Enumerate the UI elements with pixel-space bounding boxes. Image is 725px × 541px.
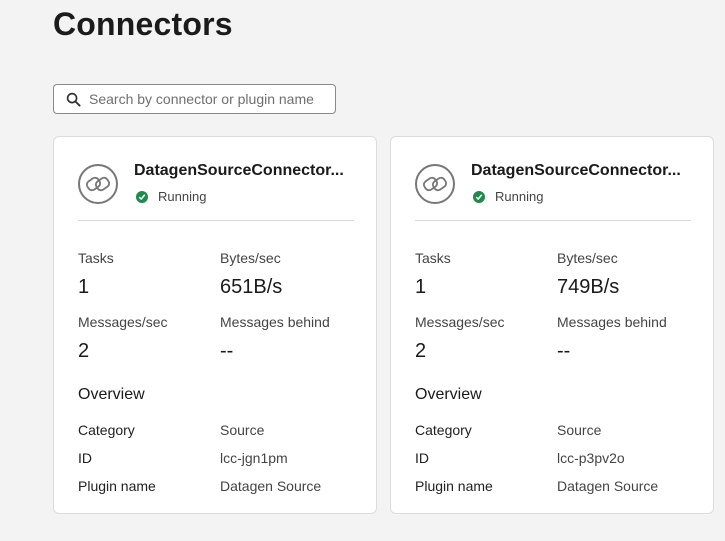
category-value: Source <box>557 422 602 438</box>
messages-label: Messages/sec <box>78 314 168 330</box>
messages-value: 2 <box>78 340 90 362</box>
tasks-label: Tasks <box>78 250 114 266</box>
status-text: Running <box>158 189 207 204</box>
id-value: lcc-p3pv2o <box>557 450 625 466</box>
id-label: ID <box>415 450 429 466</box>
category-label: Category <box>415 422 472 438</box>
check-circle-icon <box>473 190 485 203</box>
divider <box>415 220 691 221</box>
status-badge: Running <box>136 189 206 204</box>
bytes-value: 749B/s <box>557 276 620 298</box>
behind-value: -- <box>557 340 571 362</box>
behind-value: -- <box>220 340 234 362</box>
overview-title: Overview <box>78 386 145 403</box>
messages-label: Messages/sec <box>415 314 505 330</box>
search-icon <box>66 91 82 107</box>
behind-label: Messages behind <box>557 314 667 330</box>
search-box[interactable] <box>53 84 336 114</box>
bytes-label: Bytes/sec <box>557 250 618 266</box>
check-circle-icon <box>136 190 148 203</box>
connector-card[interactable]: DatagenSourceConnector... Running Tasks … <box>53 136 377 514</box>
connector-card[interactable]: DatagenSourceConnector... Running Tasks … <box>390 136 714 514</box>
bytes-value: 651B/s <box>220 276 283 298</box>
tasks-label: Tasks <box>415 250 451 266</box>
status-text: Running <box>495 189 544 204</box>
tasks-value: 1 <box>415 276 427 298</box>
plugin-value: Datagen Source <box>557 478 659 494</box>
overview-title: Overview <box>415 386 482 403</box>
connector-link-icon <box>415 164 455 204</box>
messages-value: 2 <box>415 340 427 362</box>
connector-name[interactable]: DatagenSourceConnector... <box>134 162 354 180</box>
connector-link-icon <box>78 164 118 204</box>
plugin-value: Datagen Source <box>220 478 322 494</box>
plugin-label: Plugin name <box>415 478 493 494</box>
page-title: Connectors <box>53 6 233 42</box>
divider <box>78 220 354 221</box>
connector-name[interactable]: DatagenSourceConnector... <box>471 162 691 180</box>
id-value: lcc-jgn1pm <box>220 450 288 466</box>
tasks-value: 1 <box>78 276 90 298</box>
bytes-label: Bytes/sec <box>220 250 281 266</box>
behind-label: Messages behind <box>220 314 330 330</box>
category-value: Source <box>220 422 265 438</box>
plugin-label: Plugin name <box>78 478 156 494</box>
id-label: ID <box>78 450 92 466</box>
search-input[interactable] <box>89 91 329 107</box>
status-badge: Running <box>473 189 543 204</box>
category-label: Category <box>78 422 135 438</box>
